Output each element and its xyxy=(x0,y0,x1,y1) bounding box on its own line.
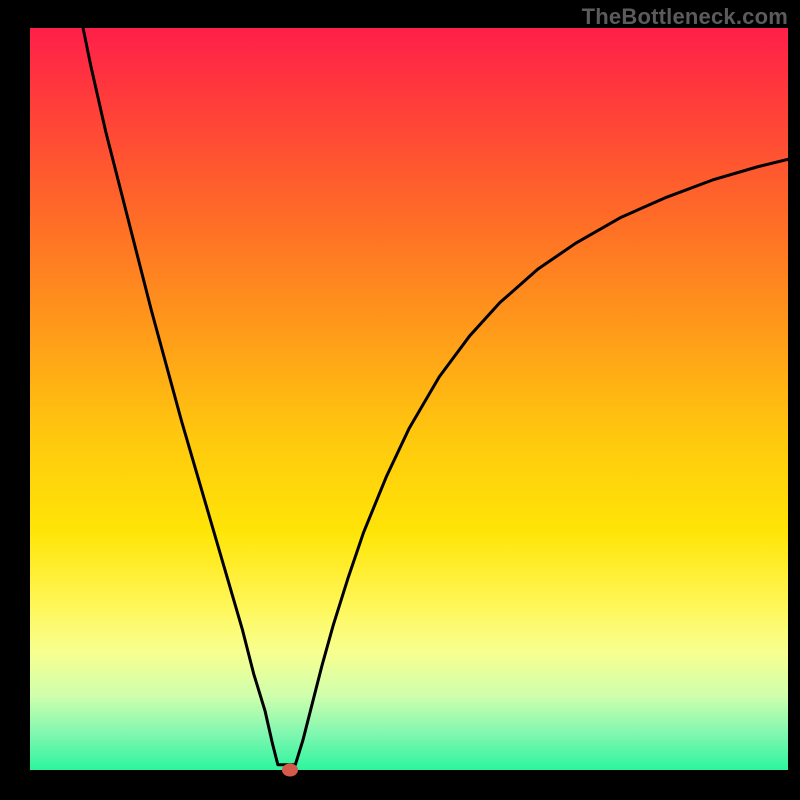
watermark-text: TheBottleneck.com xyxy=(582,4,788,30)
chart-canvas xyxy=(0,0,800,800)
marker-dot xyxy=(282,764,298,777)
plot-background xyxy=(30,28,788,770)
chart-frame: TheBottleneck.com xyxy=(0,0,800,800)
